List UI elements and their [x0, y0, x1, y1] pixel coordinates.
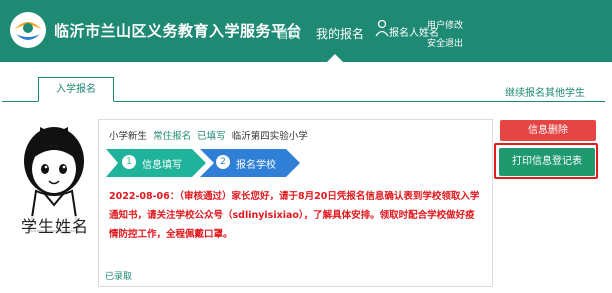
print-form-button[interactable]: 打印信息登记表 — [499, 148, 595, 176]
tabs-bar: 入学报名 继续报名其他学生 — [2, 77, 605, 102]
notice-text: 2022-08-06：（审核通过）家长您好，请于8月20日凭报名信息确认表到学校… — [109, 191, 480, 240]
step-1-number: 1 — [122, 155, 136, 169]
registration-card: 小学新生 常住报名 已填写 临沂第四实验小学 1 信息填写 2 报名学校 202… — [98, 119, 493, 287]
info-school: 临沂第四实验小学 — [231, 131, 308, 142]
top-header: 临沂市兰山区义务教育入学服务平台 首页 我的报名 报名人姓名 用户修改 安全退出 — [0, 0, 612, 62]
step-2-label: 报名学校 — [236, 160, 276, 171]
tab-enrollment[interactable]: 入学报名 — [38, 77, 114, 102]
progress-steps: 1 信息填写 2 报名学校 — [106, 149, 466, 177]
delete-info-button[interactable]: 信息删除 — [500, 120, 596, 141]
registration-info: 小学新生 常住报名 已填写 临沂第四实验小学 — [109, 128, 308, 142]
info-type: 小学新生 — [109, 131, 148, 142]
step-2-number: 2 — [216, 155, 230, 169]
nav-active-indicator — [327, 54, 343, 62]
site-title: 临沂市兰山区义务教育入学服务平台 — [54, 22, 303, 40]
user-icon — [375, 19, 389, 37]
step-1-label: 信息填写 — [142, 160, 182, 171]
logout-link[interactable]: 安全退出 — [427, 36, 463, 49]
platform-logo-icon — [10, 12, 46, 48]
nav-home[interactable]: 首页 — [277, 25, 301, 42]
nav-my-registration[interactable]: 我的报名 — [316, 25, 364, 42]
edit-user-link[interactable]: 用户修改 — [427, 18, 463, 31]
student-name: 学生姓名 — [17, 216, 93, 238]
info-status: 已填写 — [197, 131, 226, 142]
info-category: 常住报名 — [153, 131, 192, 142]
register-another-link[interactable]: 继续报名其他学生 — [505, 84, 585, 99]
admission-status: 已录取 — [105, 272, 133, 282]
